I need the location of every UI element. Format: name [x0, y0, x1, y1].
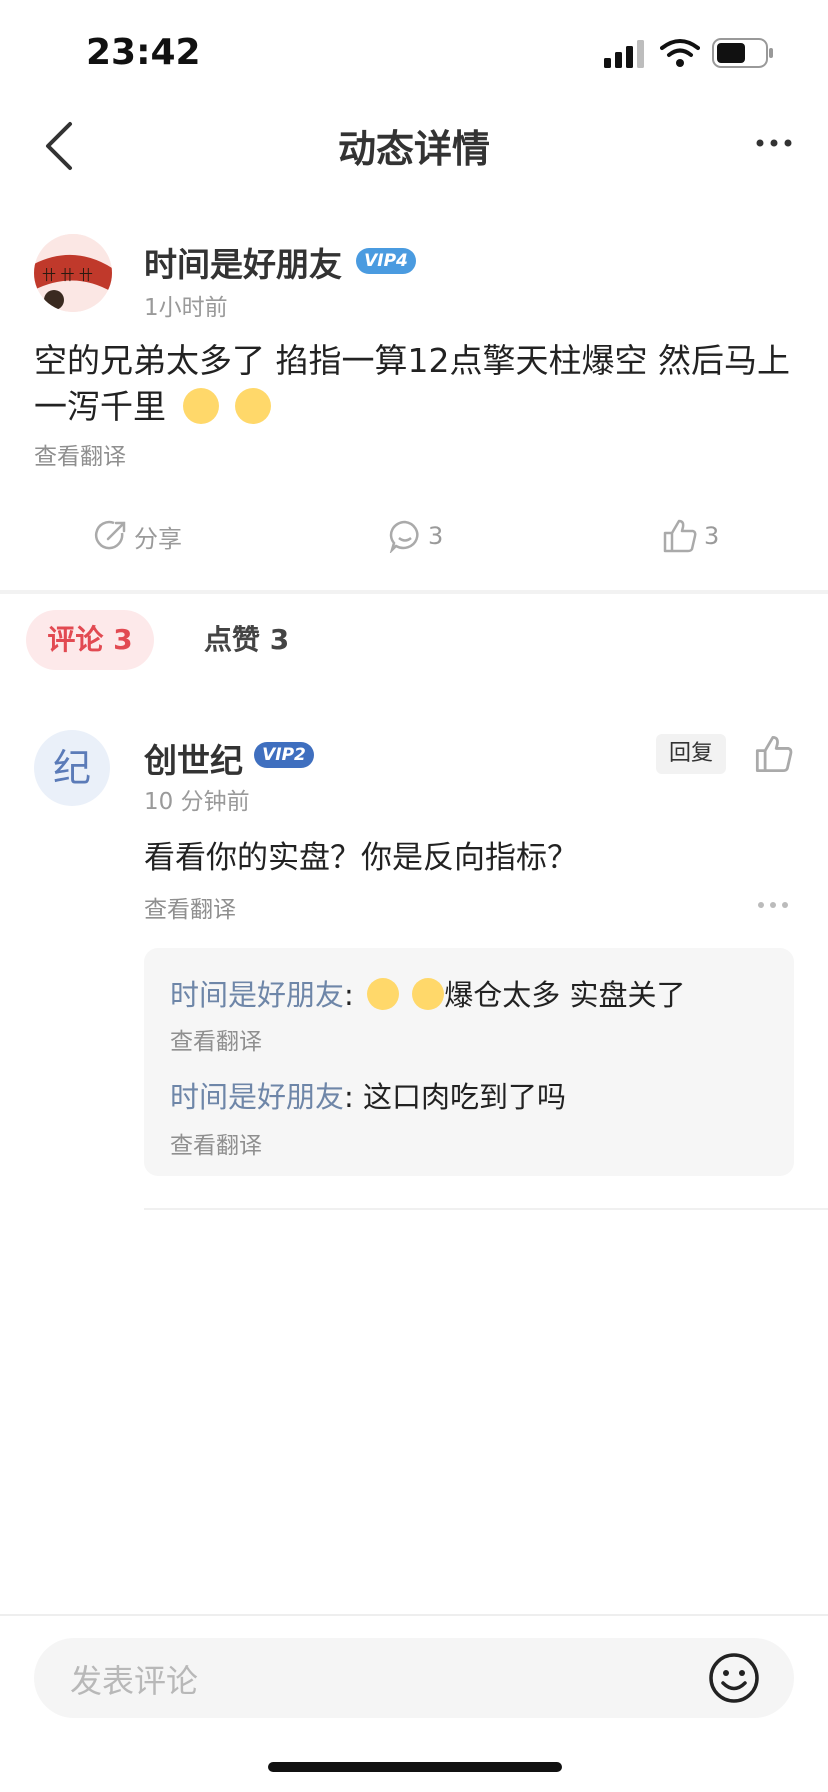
- composer-divider: [0, 1614, 828, 1616]
- sleepy-face-emoji-icon: [412, 978, 445, 1010]
- reply-item[interactable]: 时间是好朋友: 这口肉吃到了吗: [170, 1074, 566, 1116]
- comment-more-icon[interactable]: [756, 900, 790, 910]
- commenter-avatar[interactable]: 纪: [34, 730, 110, 806]
- share-icon: [94, 520, 126, 550]
- post-translate-link[interactable]: 查看翻译: [34, 434, 794, 480]
- emoji-picker-icon[interactable]: [708, 1652, 760, 1704]
- comment-text: 看看你的实盘？你是反向指标？: [144, 840, 578, 876]
- vip-badge: VIP2: [254, 742, 314, 768]
- reply-user[interactable]: 时间是好朋友: [170, 978, 344, 1012]
- like-button[interactable]: 3: [662, 516, 719, 556]
- home-indicator: [268, 1762, 562, 1772]
- wifi-icon: [660, 39, 700, 67]
- avatar-image-icon: 卄 卄 卄: [34, 234, 112, 312]
- replies-box: 时间是好朋友: 爆仓太多 实盘关了 查看翻译 时间是好朋友: 这口肉吃到了吗 查…: [144, 948, 794, 1176]
- post-content: 空的兄弟太多了 掐指一算12点擎天柱爆空 然后马上一泻千里 查看翻译: [34, 338, 794, 480]
- status-time: 23:42: [86, 32, 201, 73]
- reply-button[interactable]: 回复: [656, 734, 726, 774]
- comment-count: 3: [428, 522, 444, 550]
- reply-separator: :: [344, 1080, 364, 1114]
- reply-user[interactable]: 时间是好朋友: [170, 1080, 344, 1114]
- post-author-name[interactable]: 时间是好朋友: [144, 238, 342, 286]
- post-author-avatar[interactable]: 卄 卄 卄: [34, 234, 112, 312]
- post-text: 空的兄弟太多了 掐指一算12点擎天柱爆空 然后马上一泻千里: [34, 341, 790, 426]
- comment-icon: [389, 520, 419, 553]
- signal-icon: [604, 40, 644, 68]
- comment-time: 10 分钟前: [144, 789, 250, 815]
- page-title: 动态详情: [337, 127, 490, 171]
- reply-translate-link[interactable]: 查看翻译: [170, 1022, 262, 1056]
- more-options-icon[interactable]: [754, 128, 794, 158]
- battery-icon: [712, 38, 773, 68]
- reply-text: 爆仓太多 实盘关了: [444, 978, 686, 1012]
- comment-input-placeholder: 发表评论: [70, 1662, 199, 1700]
- like-count: 3: [704, 522, 720, 550]
- pleading-face-emoji-icon: [235, 387, 271, 424]
- commenter-name[interactable]: 创世纪: [144, 734, 243, 782]
- vip-badge: VIP4: [356, 248, 416, 274]
- reply-text: 这口肉吃到了吗: [363, 1080, 567, 1114]
- svg-text:卄 卄 卄: 卄 卄 卄: [42, 268, 93, 284]
- comment-translate-link[interactable]: 查看翻译: [144, 890, 236, 924]
- tab-comments[interactable]: 评论 3: [26, 610, 154, 670]
- share-button[interactable]: 分享: [94, 516, 182, 556]
- reply-item[interactable]: 时间是好朋友: 爆仓太多 实盘关了: [170, 972, 685, 1014]
- reply-separator: :: [344, 978, 364, 1012]
- sleepy-face-emoji-icon: [367, 978, 400, 1010]
- share-label: 分享: [134, 524, 182, 553]
- thumbs-up-icon: [663, 519, 697, 553]
- pleading-face-emoji-icon: [182, 387, 219, 424]
- post-time: 1小时前: [144, 295, 228, 321]
- reply-translate-link[interactable]: 查看翻译: [170, 1126, 262, 1160]
- comment-button[interactable]: 3: [388, 516, 443, 556]
- section-divider: [0, 590, 828, 594]
- tab-likes[interactable]: 点赞 3: [204, 610, 289, 670]
- comment-divider: [144, 1208, 828, 1210]
- comment-like-icon[interactable]: [754, 734, 794, 774]
